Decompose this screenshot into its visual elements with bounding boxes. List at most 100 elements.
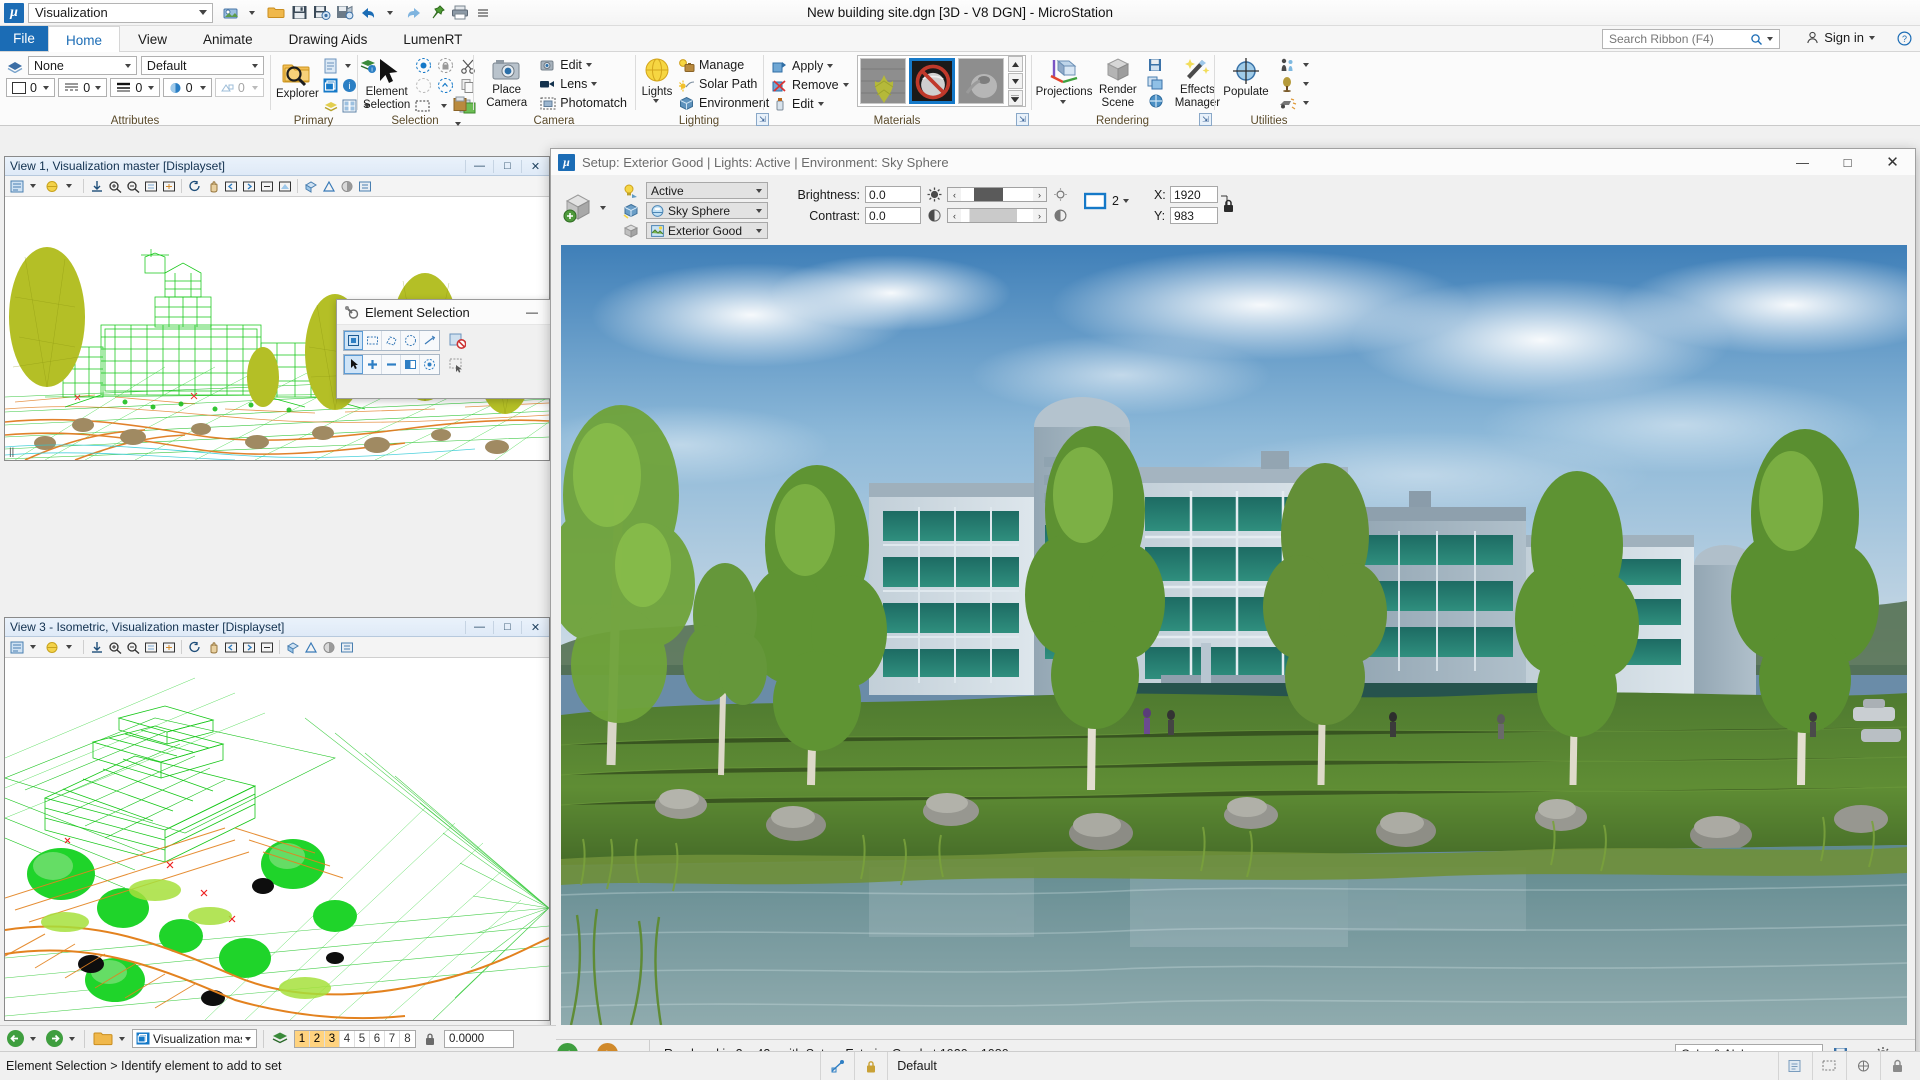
resolution-lock-button[interactable]: [1220, 182, 1236, 214]
status-locks-cell[interactable]: [1880, 1052, 1914, 1080]
element-selection-button[interactable]: Element Selection: [363, 54, 410, 111]
clip-volume-icon[interactable]: [302, 178, 319, 195]
rotate-view-icon[interactable]: [186, 639, 203, 656]
clip-mask-icon[interactable]: [302, 639, 319, 656]
properties-icon[interactable]: [322, 56, 340, 75]
level-num-1[interactable]: 1: [295, 1031, 310, 1047]
brightness-decrease-icon[interactable]: ‹: [948, 188, 961, 201]
status-snap-mode-cell[interactable]: [1846, 1052, 1880, 1080]
level-num-3[interactable]: 3: [325, 1031, 340, 1047]
paste-icon[interactable]: [449, 94, 470, 113]
remove-material-item[interactable]: Remove: [769, 76, 854, 94]
status-element-info-cell[interactable]: [1778, 1052, 1812, 1080]
fit-view-icon[interactable]: [160, 178, 177, 195]
view-1-maximize-icon[interactable]: □: [493, 160, 521, 173]
render-scene-button[interactable]: Render Scene: [1099, 54, 1137, 109]
view-3-close-icon[interactable]: ✕: [521, 621, 549, 634]
vehicle-dropdown-icon[interactable]: [1300, 94, 1314, 112]
selection-set-icon[interactable]: [446, 354, 469, 375]
view-3-canvas[interactable]: [5, 658, 549, 1020]
select-all-icon[interactable]: [413, 56, 434, 75]
rendering-dialog-launcher[interactable]: ⇲: [1199, 113, 1212, 126]
brightness-input[interactable]: 0.0: [865, 186, 921, 203]
view-display-mode-icon[interactable]: [356, 178, 373, 195]
tree-icon[interactable]: [1275, 75, 1299, 93]
render-icon[interactable]: [338, 178, 355, 195]
qat-more-icon[interactable]: [472, 2, 494, 24]
zoom-in-icon[interactable]: [106, 639, 123, 656]
tab-lumenrt[interactable]: LumenRT: [385, 26, 480, 51]
lock-icon[interactable]: [420, 1029, 440, 1049]
materials-gallery[interactable]: [857, 55, 1026, 107]
level-icon[interactable]: [270, 1029, 290, 1049]
new-selection-icon[interactable]: [344, 355, 363, 374]
level-combo[interactable]: None: [28, 56, 137, 75]
gallery-scroll-down[interactable]: [1008, 73, 1023, 89]
level-num-2[interactable]: 2: [310, 1031, 325, 1047]
render-mode-dropdown-icon[interactable]: [600, 206, 606, 210]
workset-icon[interactable]: [219, 2, 241, 24]
level-num-5[interactable]: 5: [355, 1031, 370, 1047]
save-icon[interactable]: [288, 2, 310, 24]
contrast-reset-icon[interactable]: [1052, 208, 1068, 224]
view-attributes-icon[interactable]: [8, 639, 25, 656]
view-attributes-icon[interactable]: [8, 178, 25, 195]
tab-animate[interactable]: Animate: [185, 26, 271, 51]
subtract-selection-icon[interactable]: [382, 355, 401, 374]
level-num-8[interactable]: 8: [400, 1031, 415, 1047]
tab-view[interactable]: View: [120, 26, 185, 51]
contrast-input[interactable]: 0.0: [865, 207, 921, 224]
status-snap-cell[interactable]: [820, 1052, 854, 1080]
save-image-icon[interactable]: [1145, 56, 1167, 73]
zoom-in-icon[interactable]: [106, 178, 123, 195]
setup-minimize-icon[interactable]: —: [1780, 149, 1825, 175]
light-manager-item[interactable]: Manage: [676, 56, 771, 74]
view-attributes-dropdown-icon[interactable]: [26, 639, 43, 656]
element-selection-minimize-icon[interactable]: —: [517, 300, 547, 324]
brightness-increase-icon[interactable]: ›: [1033, 188, 1046, 201]
clip-mask-icon[interactable]: [320, 178, 337, 195]
circle-select-icon[interactable]: [401, 331, 420, 350]
environment-item[interactable]: Environment: [676, 94, 771, 112]
weight-combo[interactable]: 0: [110, 78, 159, 97]
brightness-reset-icon[interactable]: [1052, 187, 1068, 203]
view-previous-icon[interactable]: [222, 178, 239, 195]
transparency-combo[interactable]: 0: [163, 78, 212, 97]
window-area-icon[interactable]: [142, 178, 159, 195]
level-num-4[interactable]: 4: [340, 1031, 355, 1047]
update-view-icon[interactable]: [88, 178, 105, 195]
view-next-icon[interactable]: [240, 639, 257, 656]
gallery-expand[interactable]: [1008, 90, 1023, 106]
view-attributes-dropdown-icon[interactable]: [26, 178, 43, 195]
change-view-perspective-icon[interactable]: [276, 178, 293, 195]
workset-dropdown-icon[interactable]: [242, 2, 264, 24]
print-icon[interactable]: [449, 2, 471, 24]
level-num-6[interactable]: 6: [370, 1031, 385, 1047]
attach-tools-icon[interactable]: [322, 96, 340, 115]
pan-view-icon[interactable]: [204, 639, 221, 656]
add-selection-icon[interactable]: [363, 355, 382, 374]
style-combo[interactable]: Default: [141, 56, 264, 75]
open-model-icon[interactable]: [91, 1029, 115, 1049]
rendered-image-canvas[interactable]: [561, 245, 1907, 1025]
edit-material-item[interactable]: Edit: [769, 95, 854, 113]
contrast-slider[interactable]: ‹ ›: [947, 208, 1047, 223]
apply-material-item[interactable]: Apply: [769, 57, 854, 75]
setup-maximize-icon[interactable]: □: [1825, 149, 1870, 175]
aspect-ratio-control[interactable]: 2: [1084, 182, 1132, 211]
invert-selection-icon[interactable]: [401, 355, 420, 374]
back-arrow-icon[interactable]: [4, 1029, 26, 1049]
view-previous-icon[interactable]: [222, 639, 239, 656]
select-by-attributes-icon[interactable]: [435, 56, 456, 75]
line-select-icon[interactable]: [420, 331, 439, 350]
resolution-x-input[interactable]: 1920: [1170, 186, 1218, 203]
redo-icon[interactable]: [403, 2, 425, 24]
pan-view-icon[interactable]: [204, 178, 221, 195]
render-settings-icon[interactable]: [1145, 92, 1167, 109]
open-folder-icon[interactable]: [265, 2, 287, 24]
zoom-out-icon[interactable]: [124, 639, 141, 656]
aspect-dropdown-icon[interactable]: [1123, 199, 1129, 203]
help-icon[interactable]: ?: [1897, 31, 1912, 49]
camera-edit-item[interactable]: Edit: [537, 56, 629, 74]
workflow-selector[interactable]: Visualization: [28, 3, 213, 23]
